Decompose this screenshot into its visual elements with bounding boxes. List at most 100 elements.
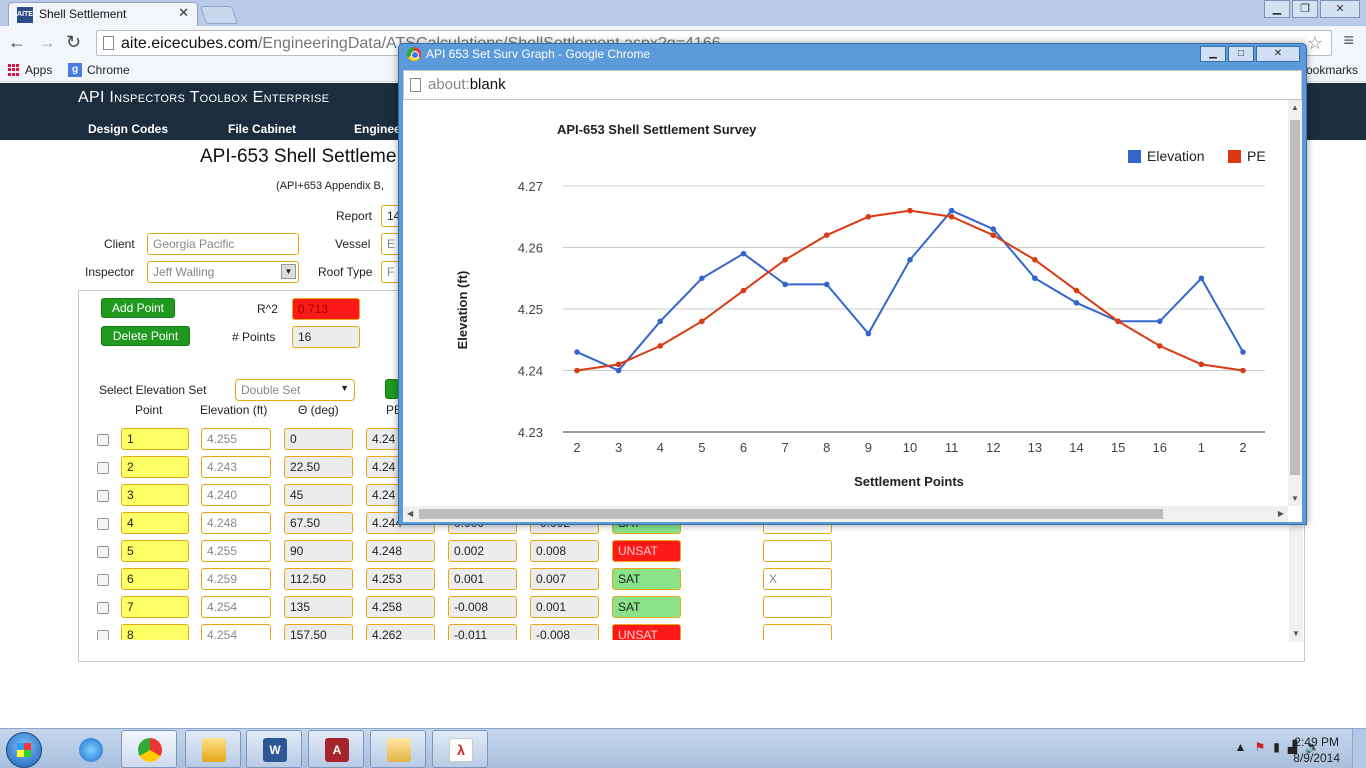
deviation-field: -0.008 — [448, 596, 517, 618]
elevation-field[interactable]: 4.259 — [201, 568, 271, 590]
taskbar-access[interactable]: A — [308, 730, 364, 768]
add-point-button[interactable]: Add Point — [101, 298, 175, 318]
row-checkbox[interactable] — [97, 546, 109, 558]
calc-button[interactable] — [385, 379, 399, 399]
theta-field: 22.50 — [284, 456, 353, 478]
flag-field[interactable] — [763, 540, 832, 562]
other-bookmarks[interactable]: ookmarks — [1306, 63, 1358, 77]
data-point — [990, 226, 997, 232]
row-checkbox[interactable] — [97, 602, 109, 614]
popup-horizontal-scrollbar[interactable]: ◀ ▶ — [403, 506, 1288, 522]
clock[interactable]: 2:49 PM 8/9/2014 — [1293, 734, 1340, 766]
elevation-field[interactable]: 4.240 — [201, 484, 271, 506]
reload-icon[interactable]: ↻ — [66, 32, 81, 52]
data-point — [782, 281, 788, 288]
tab-shell-settlement[interactable]: AITE Shell Settlement ✕ — [8, 2, 198, 26]
point-field[interactable]: 5 — [121, 540, 189, 562]
taskbar-word[interactable]: W — [246, 730, 302, 768]
elevation-set-select[interactable]: Double Set ▼ — [235, 379, 355, 401]
popup-minimize-button[interactable]: ▁ — [1200, 46, 1226, 62]
power-icon[interactable]: ▮ — [1273, 740, 1280, 754]
nav-engineering[interactable]: Enginee — [354, 122, 401, 136]
npoints-label: # Points — [232, 330, 276, 344]
data-point — [1198, 275, 1205, 282]
y-tick-label: 4.25 — [518, 302, 543, 317]
point-field[interactable]: 8 — [121, 624, 189, 640]
row-checkbox[interactable] — [97, 518, 109, 530]
scroll-left-icon[interactable]: ◀ — [407, 509, 413, 518]
bookmark-chrome[interactable]: g Chrome — [68, 63, 130, 77]
data-point — [699, 275, 705, 282]
access-icon: A — [325, 738, 349, 762]
taskbar-explorer[interactable] — [370, 730, 426, 768]
popup-maximize-button[interactable]: □ — [1228, 46, 1254, 62]
row-checkbox[interactable] — [97, 574, 109, 586]
elevation-field[interactable]: 4.248 — [201, 512, 271, 534]
clock-date: 8/9/2014 — [1293, 751, 1340, 765]
popup-vertical-scrollbar[interactable]: ▲ ▼ — [1288, 100, 1302, 506]
series-line-pe — [576, 209, 1244, 372]
row-checkbox[interactable] — [97, 462, 109, 474]
site-favicon-icon: AITE — [17, 7, 33, 23]
nav-design-codes[interactable]: Design Codes — [88, 122, 168, 136]
folder-icon — [387, 738, 411, 762]
point-field[interactable]: 2 — [121, 456, 189, 478]
popup-close-button[interactable]: ✕ — [1256, 46, 1300, 62]
scrollbar-thumb[interactable] — [419, 509, 1163, 519]
row-checkbox[interactable] — [97, 490, 109, 502]
scroll-right-icon[interactable]: ▶ — [1278, 509, 1284, 518]
inspector-select[interactable]: Jeff Walling ▼ — [147, 261, 299, 283]
delete-point-button[interactable]: Delete Point — [101, 326, 190, 346]
chrome-icon — [138, 738, 162, 762]
site-title[interactable]: API Inspectors Toolbox Enterprise — [78, 89, 329, 107]
restore-button[interactable]: ❐ — [1292, 0, 1318, 18]
taskbar-ie[interactable] — [62, 730, 118, 768]
row-checkbox[interactable] — [97, 630, 109, 640]
elevation-set-label: Select Elevation Set — [99, 383, 207, 397]
table-scrollbar[interactable]: ▼ — [1289, 524, 1303, 642]
minimize-button[interactable]: ▁ — [1264, 0, 1290, 18]
popup-address-bar[interactable]: about:blank — [403, 70, 1302, 100]
deviation-field: -0.011 — [448, 624, 517, 640]
point-field[interactable]: 1 — [121, 428, 189, 450]
acrobat-icon: λ — [449, 738, 473, 762]
show-desktop-button[interactable] — [1352, 729, 1366, 768]
scrollbar-thumb[interactable] — [1290, 120, 1300, 475]
point-field[interactable]: 6 — [121, 568, 189, 590]
elevation-field[interactable]: 4.255 — [201, 540, 271, 562]
menu-icon[interactable]: ≡ — [1343, 30, 1354, 51]
scroll-down-icon[interactable]: ▼ — [1292, 629, 1300, 638]
pe-field: 4.248 — [366, 540, 435, 562]
flag-field[interactable]: X — [763, 568, 832, 590]
row-checkbox[interactable] — [97, 434, 109, 446]
action-center-icon[interactable]: ⚑ — [1254, 740, 1265, 754]
elevation-field[interactable]: 4.254 — [201, 624, 271, 640]
taskbar-outlook[interactable] — [185, 730, 241, 768]
close-window-button[interactable]: ✕ — [1320, 0, 1360, 18]
elevation-field[interactable]: 4.243 — [201, 456, 271, 478]
flag-field[interactable] — [763, 596, 832, 618]
start-button[interactable] — [6, 732, 42, 768]
client-field[interactable]: Georgia Pacific — [147, 233, 299, 255]
close-tab-icon[interactable]: ✕ — [178, 5, 189, 21]
nav-file-cabinet[interactable]: File Cabinet — [228, 122, 296, 136]
scroll-up-icon[interactable]: ▲ — [1291, 103, 1299, 112]
flag-field[interactable] — [763, 624, 832, 640]
show-hidden-icons-icon[interactable]: ▲ — [1235, 740, 1247, 754]
scroll-down-icon[interactable]: ▼ — [1291, 494, 1299, 503]
col-header-theta: Θ (deg) — [298, 403, 339, 417]
taskbar-acrobat[interactable]: λ — [432, 730, 488, 768]
bookmark-apps[interactable]: Apps — [8, 63, 52, 77]
back-icon[interactable]: ← — [8, 32, 26, 52]
point-field[interactable]: 3 — [121, 484, 189, 506]
forward-icon[interactable]: → — [38, 32, 56, 52]
elevation-field[interactable]: 4.254 — [201, 596, 271, 618]
new-tab-button[interactable] — [199, 6, 239, 24]
point-field[interactable]: 4 — [121, 512, 189, 534]
elevation-field[interactable]: 4.255 — [201, 428, 271, 450]
bookmark-star-icon[interactable]: ☆ — [1307, 33, 1323, 54]
taskbar-chrome[interactable] — [121, 730, 177, 768]
x-axis-label: Settlement Points — [854, 474, 964, 489]
y-tick-label: 4.23 — [518, 425, 543, 440]
point-field[interactable]: 7 — [121, 596, 189, 618]
